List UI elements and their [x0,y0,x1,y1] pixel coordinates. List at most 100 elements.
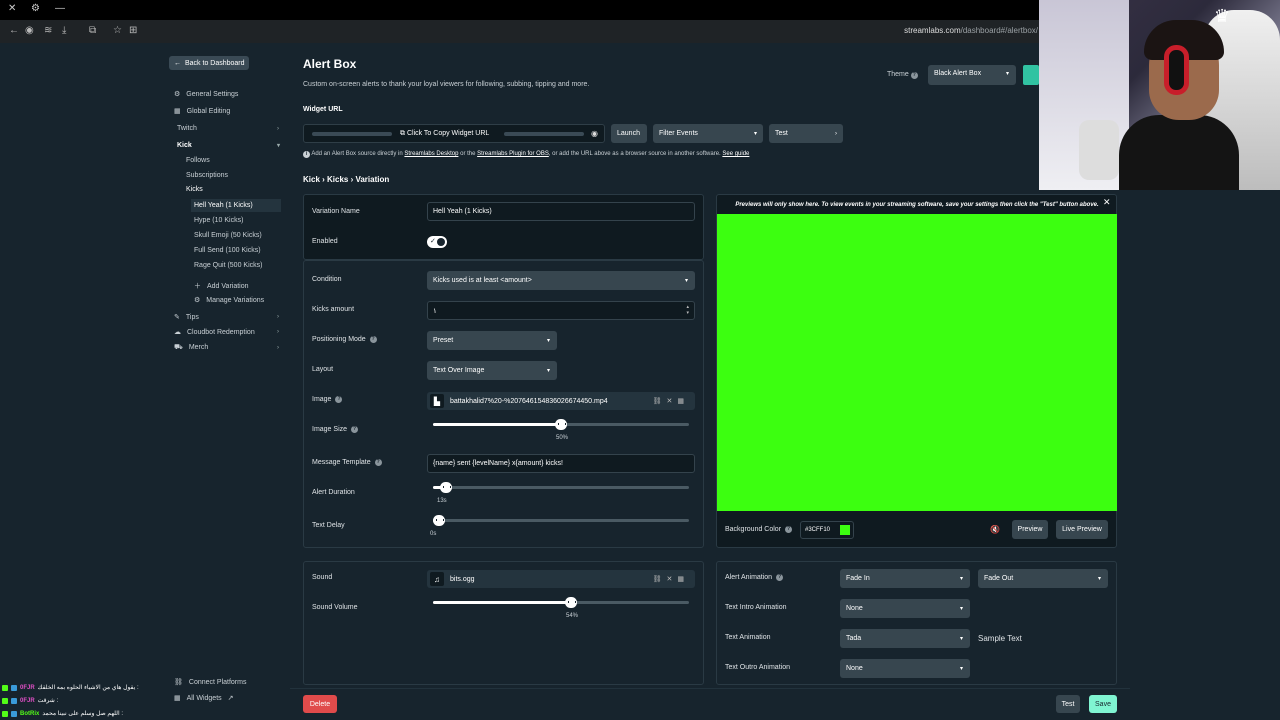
all-widgets-label: All Widgets [186,694,222,702]
preview-note: Previews will only show here. To view ev… [735,202,1099,208]
sidebar-item-subscriptions[interactable]: Subscriptions [186,172,228,179]
bot-badge-icon [11,710,17,717]
label-text: Text Intro Animation [725,604,787,611]
url-host: streamlabs.com [904,26,961,35]
star-icon[interactable]: ☆ [113,25,122,36]
settings-icon[interactable]: ⚙ [31,3,40,14]
sidebar-item-merch[interactable]: ⛟ Merch › [174,343,282,352]
gallery-icon[interactable]: ▦ [677,398,689,405]
alert-duration-slider[interactable] [433,482,689,493]
label-text: Text Outro Animation [725,664,790,671]
close-icon[interactable]: ✕ [1103,197,1111,208]
extension-icon[interactable]: ◉ [25,25,34,36]
sidebar-item-tips[interactable]: ✎ Tips › [174,313,282,322]
alert-in-select[interactable]: Fade In ▾ [840,569,970,588]
image-file-row[interactable]: ▙ battakhalid7%20-%2076461548360266744​5… [427,392,695,410]
test-dropdown-button[interactable]: Test › [769,124,843,143]
mute-icon[interactable]: 🔇 [990,525,1000,534]
color-swatch[interactable] [840,525,850,535]
background-color-input[interactable]: #3CFF10 [800,521,854,539]
webcam-microphone [1079,120,1119,180]
close-icon[interactable]: ✕ [8,3,16,14]
kicks-amount-input[interactable]: ١ ▴ ▾ [427,301,695,320]
eye-icon[interactable]: ◉ [591,129,598,138]
copy-label: Click To Copy Widget URL [406,130,490,137]
enabled-toggle[interactable]: ✓ [427,236,447,248]
sidebar-item-cloudbot[interactable]: ☁ Cloudbot Redemption › [174,328,282,337]
gallery-icon[interactable]: ▦ [677,576,689,583]
variation-item[interactable]: Hype (10 Kicks) [194,217,243,224]
see-guide-link[interactable]: See guide [722,151,749,157]
variation-name-input[interactable]: Hell Yeah (1 Kicks) [427,202,695,221]
cloud-icon: ☁ [174,329,181,336]
delete-button[interactable]: Delete [303,695,337,713]
close-icon[interactable]: ✕ [667,576,678,583]
filter-events-select[interactable]: Filter Events ▾ [653,124,763,143]
layout-select[interactable]: Text Over Image ▾ [427,361,557,380]
add-variation-button[interactable]: ＋ Add Variation [194,281,249,291]
variation-item[interactable]: Rage Quit (500 Kicks) [194,262,262,269]
sidebar-item-kicks[interactable]: Kicks [186,186,203,193]
preview-button[interactable]: Preview [1012,520,1048,539]
image-size-slider[interactable] [433,419,689,430]
connect-platforms-link[interactable]: ⛓ Connect Platforms [174,678,246,687]
extension-icon[interactable]: ≋ [44,25,52,36]
condition-select[interactable]: Kicks used is at least <amount> ▾ [427,271,695,290]
file-icon: ▙ [430,394,444,408]
variation-item[interactable]: Skull Emoji (50 Kicks) [194,232,262,239]
obs-plugin-link[interactable]: Streamlabs Plugin for OBS [477,151,549,157]
sidebar-item-general-settings[interactable]: ⚙ General Settings [174,90,238,99]
sidebar-item-global-editing[interactable]: ▦ Global Editing [174,107,230,116]
back-to-dashboard-button[interactable]: ← Back to Dashboard [169,56,249,70]
manage-variations-button[interactable]: ⚙ Manage Variations [194,296,265,305]
launch-button[interactable]: Launch [611,124,647,143]
streamlabs-desktop-link[interactable]: Streamlabs Desktop [404,151,458,157]
sidebar-item-twitch[interactable]: Twitch › [177,125,281,132]
theme-select[interactable]: Black Alert Box ▾ [928,65,1016,85]
footer-test-button[interactable]: Test [1056,695,1080,713]
text-animation-select[interactable]: Tada ▾ [840,629,970,648]
positioning-mode-select[interactable]: Preset ▾ [427,331,557,350]
slider-thumb[interactable] [440,482,452,493]
text-outro-select[interactable]: None ▾ [840,659,970,678]
address-bar[interactable]: streamlabs.com/dashboard#/alertbox/ [904,26,1038,35]
label-text: Layout [312,366,334,373]
sidebar-item-kick[interactable]: Kick ▾ [177,142,281,149]
slider-thumb[interactable] [555,419,567,430]
info-text: or the [460,151,476,157]
all-widgets-link[interactable]: ▦ All Widgets ↗ [174,694,234,703]
sound-file-row[interactable]: ♫ bits.ogg ⛓✕▦ [427,570,695,588]
info-icon: ? [335,396,343,403]
link-icon[interactable]: ⛓ [653,576,667,583]
back-icon[interactable]: ← [9,25,19,36]
close-icon[interactable]: ✕ [667,398,678,405]
text-intro-select[interactable]: None ▾ [840,599,970,618]
stepper-icon[interactable]: ▴ ▾ [686,304,689,316]
link-icon[interactable]: ⛓ [653,398,667,405]
manage-variations-label: Manage Variations [206,296,265,304]
text-delay-slider[interactable] [433,515,689,526]
alert-out-select[interactable]: Fade Out ▾ [978,569,1108,588]
theme-edit-button[interactable] [1023,65,1039,85]
minimize-icon[interactable]: — [55,3,65,14]
widget-url-field[interactable]: ⧉ Click To Copy Widget URL ◉ [303,124,605,143]
variation-item-active[interactable]: Hell Yeah (1 Kicks) [191,199,281,212]
sidebar-item-follows[interactable]: Follows [186,157,210,164]
bookmark-icon[interactable]: ⊞ [129,25,137,36]
download-icon[interactable]: ⤓ [62,25,66,36]
layout-label: Layout [312,366,333,373]
slider-fill [433,601,571,604]
slider-thumb[interactable] [433,515,445,526]
message-template-input[interactable]: {name} sent {levelName} x{amount} kicks! [427,454,695,473]
variation-item[interactable]: Full Send (100 Kicks) [194,247,261,254]
label-text: Message Template [312,459,371,466]
info-text: , or add the URL above as a browser sour… [548,151,721,157]
extensions-icon[interactable]: ⧉ [89,25,96,36]
slider-thumb[interactable] [565,597,577,608]
test-label: Test [1061,700,1075,708]
sound-volume-slider[interactable] [433,597,689,608]
live-preview-button[interactable]: Live Preview [1056,520,1108,539]
copy-widget-url[interactable]: ⧉ Click To Copy Widget URL [400,130,489,138]
chevron-down-icon: ▾ [959,576,963,582]
save-button[interactable]: Save [1089,695,1117,713]
